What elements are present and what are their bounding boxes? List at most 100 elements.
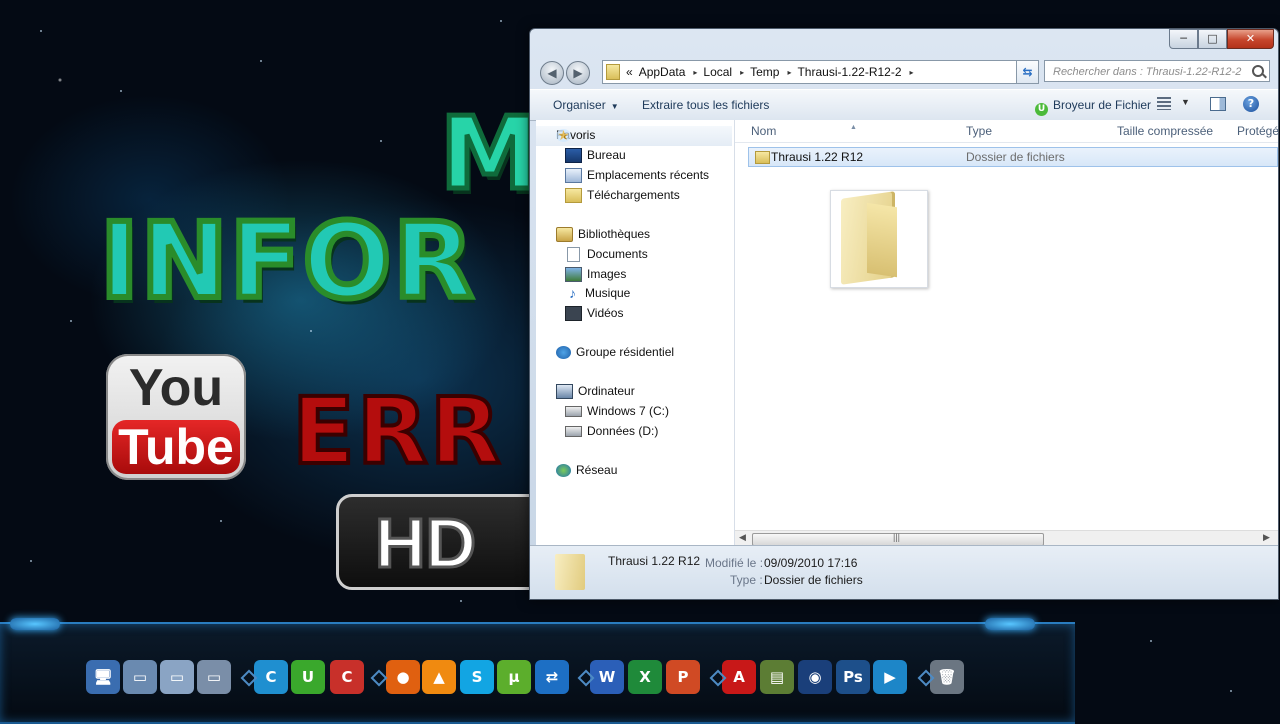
photoshop-icon[interactable]: Ps [836,660,870,694]
hard-drive-icon [565,426,582,437]
horizontal-scrollbar[interactable]: ◀ ||| ▶ [735,530,1278,546]
scroll-left-icon[interactable]: ◀ [739,532,746,543]
view-dropdown-icon[interactable]: ▼ [1181,97,1190,107]
recycle-bin-icon[interactable]: 🗑 [930,660,964,694]
forward-button[interactable]: ▶ [566,61,590,85]
word-icon[interactable]: W [590,660,624,694]
details-type-label: Type : [730,573,763,587]
preview-pane-icon[interactable] [1210,97,1226,111]
nav-videos[interactable]: Vidéos [565,304,623,323]
file-name: Thrausi 1.22 R12 [771,150,864,164]
dock-corner-light [985,618,1035,630]
wallpaper-title-m: M [438,93,542,215]
nav-bureau[interactable]: Bureau [565,146,626,165]
nav-label: Données (D:) [587,424,659,438]
navigation-pane[interactable]: ★ Favoris Bureau Emplacements récents Tél… [536,120,735,545]
organize-menu-button[interactable]: Organiser [553,98,619,112]
nav-label: Groupe résidentiel [576,345,675,359]
broyeur-label: Broyeur de Fichier [1053,98,1152,112]
youtube-logo: You Tube [106,354,246,480]
nav-label: Téléchargements [587,188,680,202]
folder-tools-icon[interactable]: ▭ [197,660,231,694]
refresh-button[interactable]: ⇆ [1016,60,1039,84]
nav-homegroup[interactable]: Groupe résidentiel [556,343,674,362]
uniblue-icon[interactable]: U [291,660,325,694]
extract-all-button[interactable]: Extraire tous les fichiers [642,98,769,112]
vlc-icon[interactable]: ▲ [422,660,456,694]
breadcrumb-thrausi[interactable]: Thrausi-1.22-R12-2 [797,65,901,79]
column-type[interactable]: Type [966,124,992,138]
breadcrumb-appdata[interactable]: AppData [639,65,686,79]
recent-places-icon [565,168,582,183]
nav-favorites[interactable]: ★ Favoris [556,126,595,145]
hd-logo-text: HD [373,503,477,584]
media-player-icon[interactable]: ▶ [873,660,907,694]
search-icon[interactable] [1252,65,1264,77]
nav-downloads[interactable]: Téléchargements [565,186,680,205]
skype-icon[interactable]: S [460,660,494,694]
column-protected[interactable]: Protégé [1237,124,1278,138]
folder-icon [755,151,770,164]
minimize-button[interactable]: ─ [1169,29,1198,49]
view-options-icon[interactable] [1157,97,1171,110]
nav-computer[interactable]: Ordinateur [556,382,635,401]
search-input[interactable]: Rechercher dans : Thrausi-1.22-R12-2 [1044,60,1270,82]
utorrent-icon[interactable]: µ [497,660,531,694]
nav-drive-c[interactable]: Windows 7 (C:) [565,402,669,421]
close-button[interactable]: ✕ [1227,29,1274,49]
scroll-right-icon[interactable]: ▶ [1263,532,1270,543]
column-headers: ▲ Nom Type Taille compressée Protégé [735,120,1278,143]
sort-ascending-icon: ▲ [850,124,857,131]
broyeur-button[interactable]: U Broyeur de Fichier [1035,98,1151,116]
ccleaner-icon[interactable]: C [254,660,288,694]
folder-open-icon[interactable]: ▭ [123,660,157,694]
column-name[interactable]: Nom [751,124,776,138]
column-compressed-size[interactable]: Taille compressée [1117,124,1213,138]
nav-documents[interactable]: Documents [565,245,648,264]
nav-recent-places[interactable]: Emplacements récents [565,166,709,185]
file-list-pane[interactable]: ▲ Nom Type Taille compressée Protégé Thr… [735,120,1278,546]
back-arrow-icon: ◀ [547,66,557,80]
windows-drive-icon [565,406,582,417]
desktop-icon [565,148,582,163]
folder-thumbnail[interactable] [830,190,928,288]
wallpaper-title-infor: INFOR [97,197,476,325]
breadcrumb-separator-icon[interactable]: ▸ [787,68,791,77]
pictures-icon [565,267,582,282]
uniblue-icon: U [1035,103,1048,116]
nav-label: Windows 7 (C:) [587,404,670,418]
avira-icon[interactable]: A [722,660,756,694]
nav-label: Documents [587,247,648,261]
video-film-icon [565,306,582,321]
nav-drive-d[interactable]: Données (D:) [565,422,658,441]
help-icon[interactable]: ? [1243,96,1259,112]
rocket-dock: 🖥 ▭ ▭ ▭ C U C ● ▲ Sµ ⇄ W X P A ▤ ◉ Ps ▶ 🗑 [0,618,1075,724]
back-button[interactable]: ◀ [540,61,564,85]
explorer-window[interactable]: ─ □ ✕ ◀ ▶ « AppData ▸ Local ▸ Temp ▸ Thr… [529,28,1279,600]
excel-icon[interactable]: X [628,660,662,694]
nav-images[interactable]: Images [565,265,626,284]
grip-icon: ||| [893,532,901,542]
breadcrumb-separator-icon[interactable]: ▸ [910,68,914,77]
nav-network[interactable]: Réseau [556,461,617,480]
breadcrumb-local[interactable]: Local [703,65,732,79]
address-bar[interactable]: « AppData ▸ Local ▸ Temp ▸ Thrausi-1.22-… [602,60,1039,84]
nav-label: Emplacements récents [587,168,710,182]
teamviewer-icon[interactable]: ⇄ [535,660,569,694]
computer-icon[interactable]: 🖥 [86,660,120,694]
nav-music[interactable]: ♪ Musique [565,284,630,303]
breadcrumb-overflow[interactable]: « [626,65,633,79]
cinema4d-icon[interactable]: ◉ [798,660,832,694]
nav-libraries[interactable]: Bibliothèques [556,225,650,244]
powerpoint-icon[interactable]: P [666,660,700,694]
ccleaner-red-icon[interactable]: C [330,660,364,694]
breadcrumb-separator-icon[interactable]: ▸ [740,68,744,77]
folder-icon[interactable]: ▭ [160,660,194,694]
firefox-icon[interactable]: ● [386,660,420,694]
maximize-button[interactable]: □ [1198,29,1227,49]
breadcrumb-temp[interactable]: Temp [750,65,779,79]
breadcrumb-separator-icon[interactable]: ▸ [693,68,697,77]
archive-icon[interactable]: ▤ [760,660,794,694]
details-modified-value: 09/09/2010 17:16 [764,556,858,570]
file-row[interactable]: Thrausi 1.22 R12 Dossier de fichiers [748,147,1278,167]
